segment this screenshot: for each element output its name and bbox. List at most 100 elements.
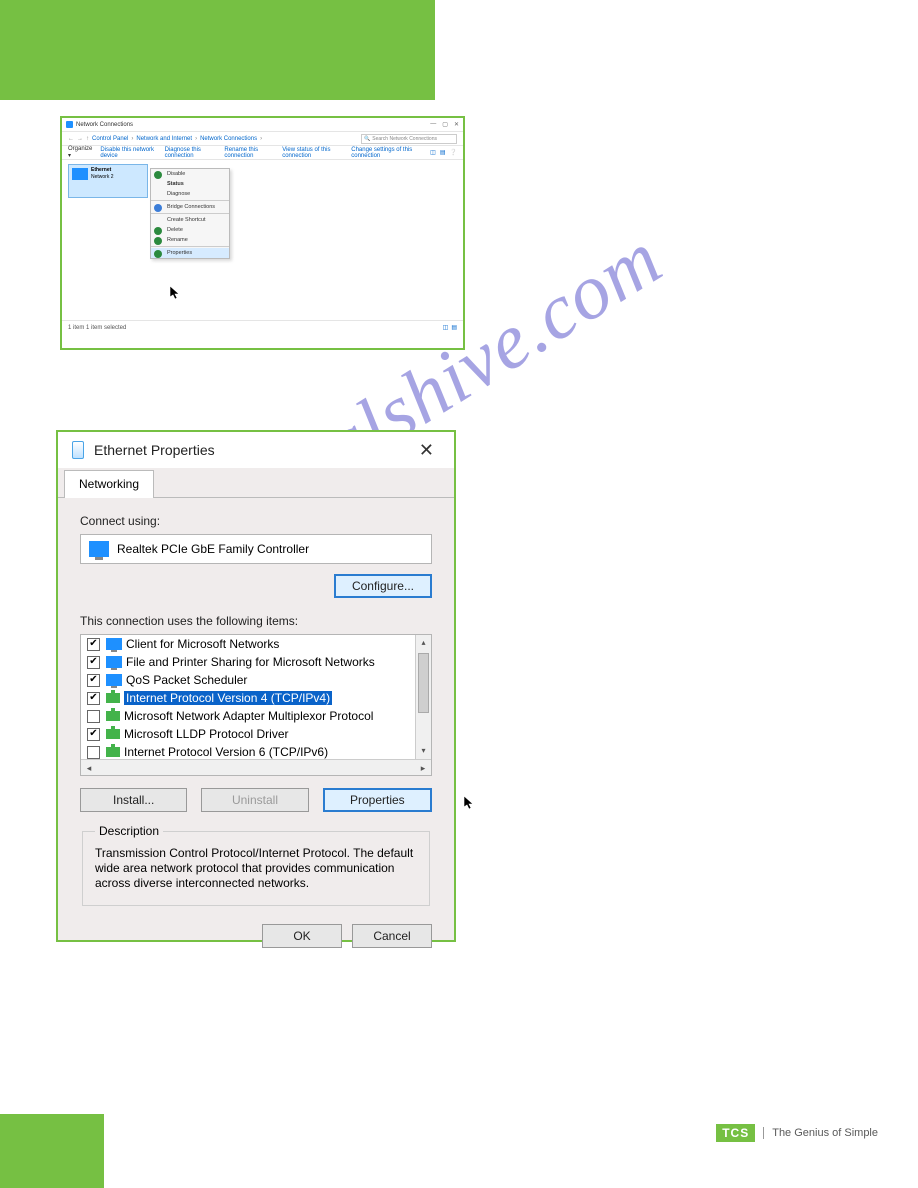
help-icon[interactable]: ❔ [450,149,457,156]
breadcrumb[interactable]: Control Panel [92,136,128,142]
ok-button[interactable]: OK [262,924,342,948]
window-icon [66,121,73,128]
tab-networking[interactable]: Networking [64,470,154,498]
window-buttons[interactable]: —▢✕ [430,121,459,128]
configure-button[interactable]: Configure... [334,574,432,598]
dialog-title: Ethernet Properties [94,442,215,458]
network-icon [106,693,120,703]
context-menu-item[interactable]: Diagnose [151,189,229,199]
logo-badge: TCS [716,1124,755,1142]
description-legend: Description [95,824,163,838]
toolbar: Organize ▾ Disable this network device D… [62,146,463,160]
list-item-label: Internet Protocol Version 6 (TCP/IPv6) [124,745,328,759]
checkbox[interactable] [87,656,100,669]
title-bar: Network Connections —▢✕ [62,118,463,132]
list-item[interactable]: Internet Protocol Version 6 (TCP/IPv6) [81,743,431,759]
search-input[interactable]: 🔍Search Network Connections [361,134,457,144]
window-title: Network Connections [76,122,133,128]
ethernet-adapter-item[interactable]: Ethernet Network 2 [68,164,148,198]
nav-back-icon[interactable]: ← [68,136,74,142]
page-header-green-block [0,0,435,100]
scroll-left-icon[interactable]: ◂ [81,760,97,776]
list-item-label: QoS Packet Scheduler [126,673,247,687]
toolbar-item[interactable]: Rename this connection [224,147,274,159]
list-item-label: Internet Protocol Version 4 (TCP/IPv4) [124,691,332,705]
network-connections-window: Network Connections —▢✕ ← → ↑ Control Pa… [60,116,465,350]
list-item-label: Microsoft LLDP Protocol Driver [124,727,289,741]
scroll-right-icon[interactable]: ▸ [415,760,431,776]
monitor-icon [106,638,122,650]
nav-up-icon[interactable]: ↑ [86,136,89,142]
network-icon [106,729,120,739]
context-menu-item[interactable]: Create Shortcut [151,215,229,225]
context-menu-item[interactable]: Properties [151,248,229,258]
network-icon [106,747,120,757]
breadcrumb[interactable]: Network and Internet [136,136,192,142]
context-menu-item[interactable]: Rename [151,235,229,245]
breadcrumb[interactable]: Network Connections [200,136,257,142]
tab-strip: Networking [58,468,454,498]
list-item-label: Client for Microsoft Networks [126,637,279,651]
nav-fwd-icon[interactable]: → [77,136,83,142]
adapter-network: Network 2 [91,174,145,181]
checkbox[interactable] [87,638,100,651]
properties-button[interactable]: Properties [323,788,432,812]
scroll-down-icon[interactable]: ▾ [416,743,431,759]
adapter-name: Realtek PCIe GbE Family Controller [117,542,309,556]
cursor-icon [464,796,474,810]
window-body: Ethernet Network 2 DisableStatusDiagnose… [62,160,463,334]
vertical-scrollbar[interactable]: ▴ ▾ [415,635,431,759]
list-item[interactable]: Microsoft LLDP Protocol Driver [81,725,431,743]
view-icon[interactable]: ▤ [440,149,446,156]
adapter-name: Ethernet [91,167,145,174]
connect-using-label: Connect using: [80,514,160,528]
list-item[interactable]: Internet Protocol Version 4 (TCP/IPv4) [81,689,431,707]
list-item-label: Microsoft Network Adapter Multiplexor Pr… [124,709,373,723]
list-item[interactable]: Microsoft Network Adapter Multiplexor Pr… [81,707,431,725]
monitor-icon [106,674,122,686]
status-bar: 1 item 1 item selected ◫▤ [62,320,463,334]
horizontal-scrollbar[interactable]: ◂ ▸ [81,759,431,775]
cursor-icon [170,286,180,300]
checkbox[interactable] [87,692,100,705]
dialog-title-bar: Ethernet Properties ✕ [58,432,454,468]
context-menu-item[interactable]: Disable [151,169,229,179]
description-group: Description Transmission Control Protoco… [82,824,430,906]
ethernet-icon [72,441,84,459]
checkbox[interactable] [87,728,100,741]
list-item-label: File and Printer Sharing for Microsoft N… [126,655,375,669]
status-text: 1 item 1 item selected [68,325,126,331]
checkbox[interactable] [87,710,100,723]
install-button[interactable]: Install... [80,788,187,812]
checkbox[interactable] [87,674,100,687]
context-menu-item[interactable]: Status [151,179,229,189]
context-menu-item[interactable]: Bridge Connections [151,202,229,212]
cancel-button[interactable]: Cancel [352,924,432,948]
toolbar-item[interactable]: Disable this network device [100,147,156,159]
view-icon[interactable]: ◫ [430,149,436,156]
footer-logo: TCS The Genius of Simple [716,1124,878,1142]
items-list: Client for Microsoft Networks File and Pr… [80,634,432,776]
list-item[interactable]: QoS Packet Scheduler [81,671,431,689]
uninstall-button: Uninstall [201,788,308,812]
scroll-up-icon[interactable]: ▴ [416,635,431,651]
dialog-panel: Connect using: Realtek PCIe GbE Family C… [58,498,454,940]
network-icon [106,711,120,721]
list-item[interactable]: Client for Microsoft Networks [81,635,431,653]
toolbar-item[interactable]: Change settings of this connection [351,147,422,159]
monitor-icon [106,656,122,668]
scroll-thumb[interactable] [418,653,429,713]
context-menu-item[interactable]: Delete [151,225,229,235]
toolbar-item[interactable]: View status of this connection [282,147,343,159]
organize-menu[interactable]: Organize ▾ [68,146,92,159]
checkbox[interactable] [87,746,100,759]
view-mode-icon[interactable]: ▤ [451,324,457,331]
toolbar-item[interactable]: Diagnose this connection [165,147,217,159]
logo-tagline: The Genius of Simple [763,1127,878,1139]
close-button[interactable]: ✕ [413,440,440,461]
list-item[interactable]: File and Printer Sharing for Microsoft N… [81,653,431,671]
ethernet-properties-dialog: Ethernet Properties ✕ Networking Connect… [56,430,456,942]
address-bar: ← → ↑ Control Panel › Network and Intern… [62,132,463,146]
items-label: This connection uses the following items… [80,614,432,628]
view-mode-icon[interactable]: ◫ [443,324,449,331]
